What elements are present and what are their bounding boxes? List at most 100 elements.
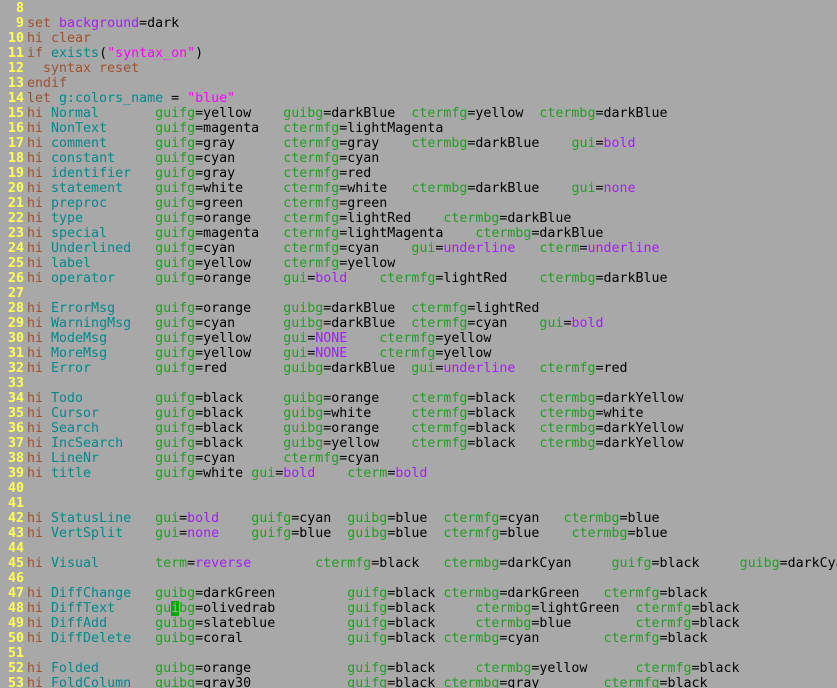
code-token: guifg — [155, 151, 196, 166]
code-line[interactable]: 46 — [0, 571, 837, 586]
code-line[interactable]: 15 hi Normal guifg=yellow guibg=darkBlue … — [0, 106, 837, 121]
code-token: guifg — [155, 331, 196, 346]
line-number: 48 — [7, 601, 24, 616]
code-token: hi — [27, 331, 52, 346]
code-line[interactable]: 26 hi operator guifg=orange gui=bold cter… — [0, 271, 837, 286]
code-line[interactable]: 24 hi Underlined guifg=cyan ctermfg=cyan … — [0, 241, 837, 256]
line-number: 20 — [7, 181, 24, 196]
code-token: ctermbg — [539, 436, 596, 451]
code-line[interactable]: 35 hi Cursor guifg=black guibg=white cter… — [0, 406, 837, 421]
code-token: ctermfg — [283, 181, 340, 196]
code-line[interactable]: 25 hi label guifg=yellow ctermfg=yellow — [0, 256, 837, 271]
code-line[interactable]: 17 hi comment guifg=gray ctermfg=gray cte… — [0, 136, 837, 151]
code-line[interactable]: 50 hi DiffDelete guibg=coral guifg=black … — [0, 631, 837, 646]
code-token: =black — [387, 661, 476, 676]
code-token: WarningMsg — [51, 316, 156, 331]
code-token: if — [27, 46, 52, 61]
code-token: =white — [195, 181, 284, 196]
code-text: hi MoreMsg guifg=yellow gui=NONE ctermfg… — [27, 346, 491, 361]
code-line[interactable]: 14 let g:colors_name = "blue" — [0, 91, 837, 106]
code-token: guifg — [155, 106, 196, 121]
code-token: =slateblue — [195, 616, 348, 631]
code-line[interactable]: 43 hi VertSplit gui=none guifg=blue guibg… — [0, 526, 837, 541]
code-line[interactable]: 22 hi type guifg=orange ctermfg=lightRed … — [0, 211, 837, 226]
code-token: = — [163, 91, 188, 106]
code-line[interactable]: 28 hi ErrorMsg guifg=orange guibg=darkBlu… — [0, 301, 837, 316]
code-token: ctermbg — [539, 391, 596, 406]
code-line[interactable]: 34 hi Todo guifg=black guibg=orange cterm… — [0, 391, 837, 406]
code-token: =yellow — [195, 346, 284, 361]
code-line[interactable]: 38 hi LineNr guifg=cyan ctermfg=cyan — [0, 451, 837, 466]
code-line[interactable]: 27 — [0, 286, 837, 301]
code-token: =black — [195, 406, 284, 421]
code-line[interactable]: 33 — [0, 376, 837, 391]
code-token: Search — [51, 421, 156, 436]
code-token: guibg — [283, 301, 324, 316]
code-text: hi ErrorMsg guifg=orange guibg=darkBlue … — [27, 301, 539, 316]
code-line[interactable]: 9 set background=dark — [0, 16, 837, 31]
code-line[interactable]: 39 hi title guifg=white gui=bold cterm=bo… — [0, 466, 837, 481]
line-number: 49 — [7, 616, 24, 631]
code-token: hi — [27, 136, 52, 151]
code-token: ctermbg — [563, 511, 620, 526]
code-line[interactable]: 51 — [0, 646, 837, 661]
code-token: =olivedrab — [195, 601, 348, 616]
code-token: ctermfg — [603, 631, 660, 646]
code-line[interactable]: 37 hi IncSearch guifg=black guibg=yellow … — [0, 436, 837, 451]
code-line[interactable]: 48 hi DiffText guibg=olivedrab guifg=blac… — [0, 601, 837, 616]
code-line[interactable]: 49 hi DiffAdd guibg=slateblue guifg=black… — [0, 616, 837, 631]
code-line[interactable]: 45 hi Visual term=reverse ctermfg=black c… — [0, 556, 837, 571]
code-text: hi StatusLine gui=bold guifg=cyan guibg=… — [27, 511, 660, 526]
code-token: =black — [659, 586, 708, 601]
code-token: statement — [51, 181, 156, 196]
code-line[interactable]: 31 hi MoreMsg guifg=yellow gui=NONE cterm… — [0, 346, 837, 361]
code-token: =cyan — [499, 511, 564, 526]
code-token: guibg — [283, 436, 324, 451]
code-token: =darkBlue — [323, 301, 412, 316]
code-line[interactable]: 11 if exists("syntax_on") — [0, 46, 837, 61]
code-token: cterm — [539, 241, 580, 256]
code-line[interactable]: 52 hi Folded guibg=orange guifg=black cte… — [0, 661, 837, 676]
code-line[interactable]: 42 hi StatusLine gui=bold guifg=cyan guib… — [0, 511, 837, 526]
code-token: Visual — [51, 556, 156, 571]
line-number: 24 — [7, 241, 24, 256]
code-line[interactable]: 19 hi identifier guifg=gray ctermfg=red — [0, 166, 837, 181]
code-token: =darkCyan — [779, 556, 837, 571]
code-token: =yellow — [435, 346, 492, 361]
code-line[interactable]: 44 — [0, 541, 837, 556]
code-token: =darkGreen — [499, 586, 604, 601]
code-token: =green — [339, 196, 388, 211]
line-number: 28 — [7, 301, 24, 316]
code-line[interactable]: 18 hi constant guifg=cyan ctermfg=cyan — [0, 151, 837, 166]
code-line[interactable]: 40 — [0, 481, 837, 496]
code-line[interactable]: 47 hi DiffChange guibg=darkGreen guifg=bl… — [0, 586, 837, 601]
code-line[interactable]: 12 syntax reset — [0, 61, 837, 76]
code-token: gui — [283, 331, 308, 346]
code-line[interactable]: 16 hi NonText guifg=magenta ctermfg=light… — [0, 121, 837, 136]
line-number: 10 — [7, 31, 24, 46]
line-number: 33 — [7, 376, 24, 391]
code-line[interactable]: 23 hi special guifg=magenta ctermfg=light… — [0, 226, 837, 241]
code-token: ctermfg — [603, 676, 660, 688]
code-line[interactable]: 21 hi preproc guifg=green ctermfg=green — [0, 196, 837, 211]
code-line[interactable]: 8 — [0, 1, 837, 16]
code-line[interactable]: 10 hi clear — [0, 31, 837, 46]
code-token: Folded — [51, 661, 156, 676]
code-token: =black — [387, 586, 444, 601]
code-line[interactable]: 29 hi WarningMsg guifg=cyan guibg=darkBlu… — [0, 316, 837, 331]
code-token: =darkBlue — [595, 106, 668, 121]
code-line[interactable]: 53 hi FoldColumn guibg=gray30 guifg=black… — [0, 676, 837, 688]
code-line[interactable]: 32 hi Error guifg=red guibg=darkBlue gui=… — [0, 361, 837, 376]
code-token: ctermbg — [539, 421, 596, 436]
code-token: ctermfg — [635, 616, 692, 631]
code-line[interactable]: 30 hi ModeMsg guifg=yellow gui=NONE cterm… — [0, 331, 837, 346]
vim-editor[interactable]: 8 9 set background=dark 10 hi clear 11 if exis… — [0, 0, 837, 688]
line-number: 35 — [7, 406, 24, 421]
code-line[interactable]: 13 endif — [0, 76, 837, 91]
code-line[interactable]: 36 hi Search guifg=black guibg=orange cte… — [0, 421, 837, 436]
code-line[interactable]: 20 hi statement guifg=white ctermfg=white… — [0, 181, 837, 196]
code-text: hi Search guifg=black guibg=orange cterm… — [27, 421, 684, 436]
code-token: guifg — [155, 421, 196, 436]
code-token: =white — [195, 466, 252, 481]
code-line[interactable]: 41 — [0, 496, 837, 511]
